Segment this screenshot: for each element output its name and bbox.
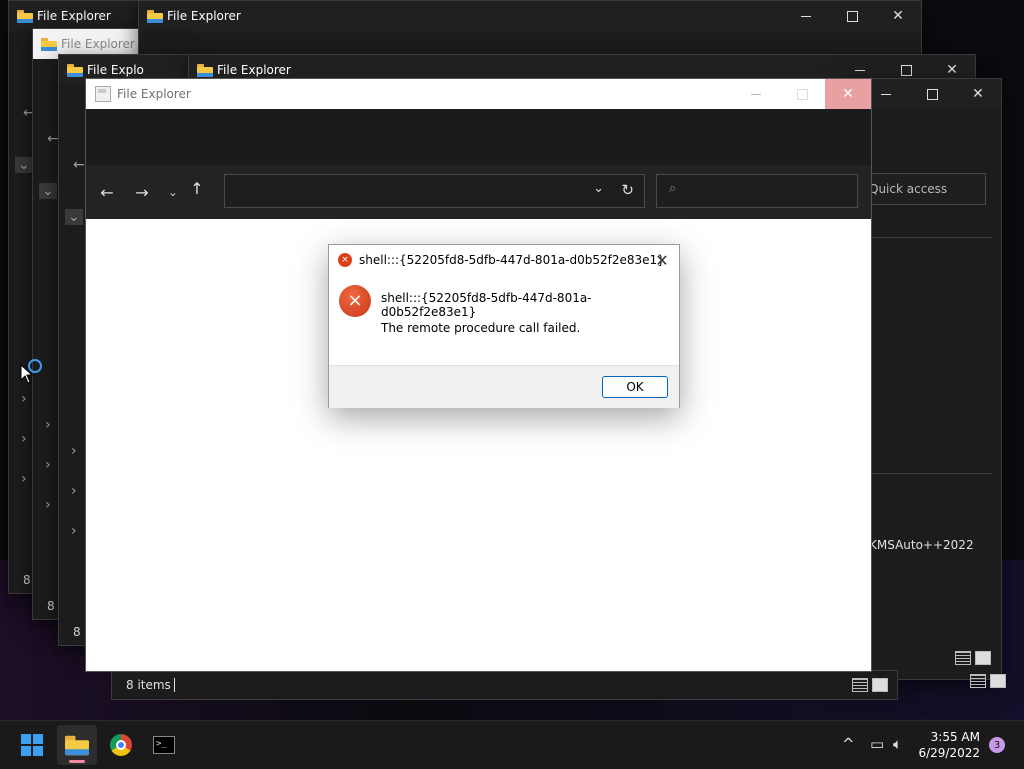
- tiles-view-icon[interactable]: [975, 651, 991, 665]
- dialog-title-bar[interactable]: × shell:::{52205fd8-5dfb-447d-801a-d0b52…: [329, 245, 679, 275]
- active-indicator: [69, 760, 85, 763]
- chevron-right-icon[interactable]: ›: [71, 443, 77, 459]
- up-arrow-icon[interactable]: ↑: [182, 161, 212, 215]
- chevron-right-icon[interactable]: ›: [21, 471, 27, 487]
- tiles-view-icon[interactable]: [990, 674, 1006, 688]
- windows-logo-icon: [21, 734, 43, 756]
- chevron-right-icon[interactable]: ›: [45, 497, 51, 513]
- view-toggle: [955, 651, 991, 665]
- terminal-icon: >_: [153, 736, 175, 754]
- window-title: File Explo: [87, 63, 144, 77]
- chevron-up-icon[interactable]: ^: [842, 735, 855, 753]
- maximize-button[interactable]: [829, 1, 875, 31]
- details-view-icon[interactable]: [852, 678, 868, 692]
- close-button[interactable]: ✕: [875, 1, 921, 31]
- back-arrow-icon[interactable]: ←: [47, 131, 59, 147]
- divider: [871, 473, 993, 474]
- back-arrow-icon[interactable]: ←: [92, 165, 122, 219]
- close-button[interactable]: ✕: [825, 79, 871, 109]
- taskbar-file-explorer[interactable]: [57, 725, 97, 765]
- tiles-view-icon[interactable]: [872, 678, 888, 692]
- search-input[interactable]: ⌕: [656, 174, 858, 208]
- folder-icon: [41, 37, 57, 51]
- caption-buttons: ✕: [863, 79, 1001, 109]
- dialog-title: shell:::{52205fd8-5dfb-447d-801a-d0b52f2…: [359, 253, 665, 267]
- view-toggle: [852, 678, 888, 692]
- window-title: File Explorer: [61, 37, 135, 51]
- maximize-button[interactable]: [779, 79, 825, 109]
- window-title: File Explorer: [217, 63, 291, 77]
- error-dialog[interactable]: × shell:::{52205fd8-5dfb-447d-801a-d0b52…: [328, 244, 680, 408]
- chevron-right-icon[interactable]: ›: [21, 391, 27, 407]
- clock-date: 6/29/2022: [918, 746, 980, 760]
- taskbar: >_ ^ ▭ 🔈︎ 3:55 AM 6/29/2022 3: [0, 720, 1024, 769]
- status-bar: 8 items: [111, 670, 898, 700]
- file-explorer-icon: [65, 735, 89, 755]
- divider: [871, 237, 993, 238]
- clock-time: 3:55 AM: [930, 730, 980, 744]
- error-icon-small: ×: [338, 253, 352, 267]
- folder-icon: [147, 9, 163, 23]
- search-icon: ⌕: [669, 181, 677, 196]
- details-view-icon[interactable]: [955, 651, 971, 665]
- view-toggle-right: [970, 674, 1006, 688]
- title-bar[interactable]: File Explorer: [9, 1, 139, 31]
- address-dropdown-icon[interactable]: ⌄: [593, 181, 604, 196]
- chevron-right-icon[interactable]: ›: [21, 431, 27, 447]
- status-divider: [174, 678, 175, 692]
- command-bar: [86, 109, 871, 165]
- chevron-right-icon[interactable]: ›: [71, 483, 77, 499]
- chevron-down-icon[interactable]: ⌄: [39, 183, 57, 199]
- title-bar[interactable]: File Explorer ✕: [86, 79, 871, 109]
- folder-icon: [197, 63, 213, 77]
- dialog-message: The remote procedure call failed.: [381, 321, 581, 335]
- chevron-right-icon[interactable]: ›: [45, 457, 51, 473]
- file-item-label[interactable]: KMSAuto++2022: [869, 538, 974, 552]
- minimize-button[interactable]: [783, 1, 829, 31]
- dialog-footer: OK: [329, 365, 679, 408]
- clock[interactable]: 3:55 AM 6/29/2022: [918, 729, 980, 761]
- chevron-right-icon[interactable]: ›: [45, 417, 51, 433]
- address-bar[interactable]: ⌄ ↻: [224, 174, 645, 208]
- volume-icon[interactable]: 🔈︎: [893, 735, 902, 753]
- caption-buttons: ✕: [783, 1, 921, 31]
- back-arrow-icon[interactable]: ←: [73, 157, 85, 173]
- item-count: 8 items: [126, 678, 171, 692]
- ok-button[interactable]: OK: [602, 376, 668, 398]
- refresh-icon[interactable]: ↻: [621, 181, 634, 199]
- taskbar-chrome[interactable]: [101, 725, 141, 765]
- caption-buttons: ✕: [733, 79, 871, 109]
- folder-icon: [67, 63, 83, 77]
- dialog-path: shell:::{52205fd8-5dfb-447d-801a-d0b52f2…: [381, 291, 592, 319]
- chrome-icon: [110, 734, 132, 756]
- app-icon: [95, 86, 111, 102]
- window-title: File Explorer: [37, 9, 111, 23]
- notification-badge[interactable]: 3: [989, 737, 1005, 753]
- search-input[interactable]: Quick access: [862, 173, 986, 205]
- forward-arrow-icon[interactable]: →: [127, 165, 157, 219]
- title-bar[interactable]: File Explorer ✕: [139, 1, 921, 31]
- window-title: File Explorer: [117, 87, 191, 101]
- dialog-close-button[interactable]: ✕: [651, 249, 673, 271]
- explorer-window-back-3[interactable]: File Explorer ✕ ⊕: [138, 0, 922, 67]
- taskbar-terminal[interactable]: >_: [144, 725, 184, 765]
- chevron-right-icon[interactable]: ›: [71, 523, 77, 539]
- error-icon: ×: [339, 285, 371, 317]
- details-view-icon[interactable]: [970, 674, 986, 688]
- chevron-down-icon[interactable]: ⌄: [15, 157, 33, 173]
- window-title: File Explorer: [167, 9, 241, 23]
- start-button[interactable]: [12, 725, 52, 765]
- chevron-down-icon[interactable]: ⌄: [65, 209, 83, 225]
- busy-spinner-icon: [28, 359, 42, 373]
- maximize-button[interactable]: [909, 79, 955, 109]
- network-icon[interactable]: ▭: [870, 735, 884, 753]
- close-button[interactable]: ✕: [955, 79, 1001, 109]
- folder-icon: [17, 9, 33, 23]
- minimize-button[interactable]: [733, 79, 779, 109]
